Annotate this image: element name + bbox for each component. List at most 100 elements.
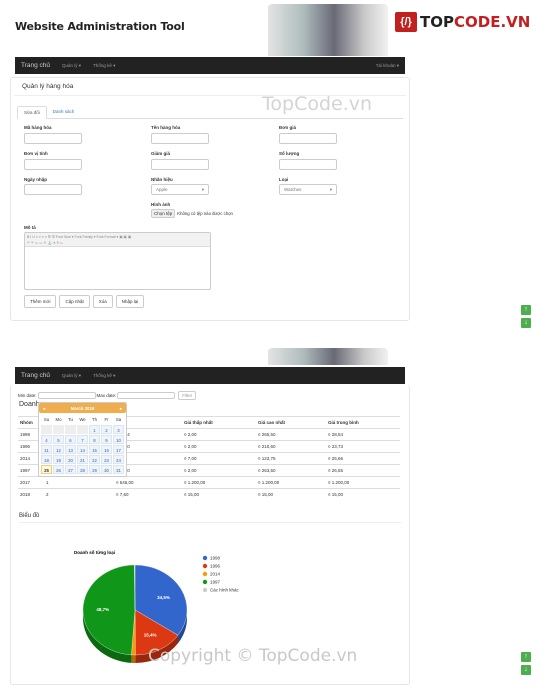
input-ten-hang-hoa[interactable] <box>151 133 209 144</box>
caret-down-icon: ▾ <box>201 186 204 192</box>
calendar-day[interactable]: 19 <box>53 455 64 464</box>
label-don-vi-tinh: Đơn vị tính <box>24 151 48 156</box>
slice-label: 15,4% <box>144 633 157 638</box>
input-ma-hang-hoa[interactable] <box>24 133 82 144</box>
calendar-day[interactable]: 24 <box>113 455 124 464</box>
calendar-day[interactable]: 12 <box>53 445 64 454</box>
table-cell: ¤ 546,00 <box>114 476 182 489</box>
calendar-day[interactable]: 23 <box>101 455 112 464</box>
reset-button[interactable]: Nhập lại <box>115 295 145 308</box>
choose-file-button[interactable]: Chọn tệp <box>151 209 176 218</box>
scroll-down-icon[interactable]: ↓ <box>521 318 531 328</box>
next-month-icon[interactable]: ● <box>119 406 122 411</box>
label-ten-hang-hoa: Tên hàng hóa <box>151 125 181 130</box>
calendar-day[interactable]: 8 <box>89 435 100 444</box>
tab-list[interactable]: Danh sách <box>47 106 81 118</box>
min-date-input[interactable] <box>37 392 96 399</box>
nav-account[interactable]: Tài khoản ▾ <box>376 63 399 69</box>
legend-label: Các hình khác <box>210 588 240 593</box>
calendar-day[interactable]: 4 <box>41 435 52 444</box>
font-family-select[interactable]: Font Family <box>75 235 93 239</box>
calendar-day[interactable]: 27 <box>65 465 76 474</box>
table-cell: ¤ 15,00 <box>256 488 326 500</box>
input-don-vi-tinh[interactable] <box>24 159 82 170</box>
nav-stats[interactable]: Thống kê ▾ <box>93 63 115 69</box>
weekday-label: Mo <box>55 417 62 422</box>
col-header: Giá cao nhất <box>256 416 326 429</box>
table-cell: ¤ 25,66 <box>326 452 400 465</box>
calendar-day[interactable]: 2 <box>101 425 112 434</box>
tab-edit[interactable]: Sửa đổi <box>17 106 47 119</box>
weekday-label: We <box>79 417 86 422</box>
table-cell: ¤ 23,73 <box>326 440 400 453</box>
max-date-input[interactable] <box>117 392 176 399</box>
calendar-day[interactable]: 14 <box>77 445 88 454</box>
add-button[interactable]: Thêm mới <box>24 295 57 308</box>
select-nhan-hieu[interactable]: Apple ▾ <box>151 184 209 195</box>
calendar-day[interactable]: 15 <box>89 445 100 454</box>
calendar-day[interactable]: 21 <box>77 455 88 464</box>
nav-home[interactable]: Trang chủ <box>21 372 50 379</box>
watermark-bottom: Copyright © TopCode.vn <box>148 646 358 666</box>
chart-title: Doanh số từng loại <box>74 549 115 555</box>
table-cell: ¤ 263,50 <box>256 464 326 477</box>
calendar-day[interactable]: 5 <box>53 435 64 444</box>
update-button[interactable]: Cập nhật <box>59 295 90 308</box>
calendar-day[interactable]: 11 <box>41 445 52 454</box>
nav-home[interactable]: Trang chủ <box>21 62 50 69</box>
nav-manage[interactable]: Quản lý ▾ <box>62 373 81 379</box>
date-filter: Min date: Max date: Filter <box>18 391 197 400</box>
calendar-day[interactable]: 18 <box>41 455 52 464</box>
calendar-day[interactable]: 13 <box>65 445 76 454</box>
calendar-day[interactable]: 9 <box>101 435 112 444</box>
table-cell: ¤ 15,00 <box>182 488 256 500</box>
select-value: Watches <box>284 187 302 192</box>
prev-month-icon[interactable]: ● <box>43 406 46 411</box>
select-loai[interactable]: Watches ▾ <box>279 184 337 195</box>
scroll-down-icon[interactable]: ↓ <box>521 665 531 675</box>
calendar-day[interactable]: 10 <box>113 435 124 444</box>
calendar-day[interactable]: 31 <box>113 465 124 474</box>
legend-label: 1997 <box>210 580 221 585</box>
calendar-day[interactable]: 6 <box>65 435 76 444</box>
calendar-day[interactable]: 26 <box>53 465 64 474</box>
calendar-day[interactable]: 28 <box>77 465 88 474</box>
scroll-up-icon[interactable]: ↑ <box>521 652 531 662</box>
table-cell: ¤ 1.200,00 <box>326 476 400 489</box>
calendar-day[interactable]: 3 <box>113 425 124 434</box>
empty-day <box>53 425 64 434</box>
calendar-day[interactable]: 25 <box>41 465 52 474</box>
select-value: Apple <box>156 187 168 192</box>
label-nhan-hieu: Nhãn hiệu <box>151 177 173 182</box>
nav-stats[interactable]: Thống kê ▾ <box>93 373 115 379</box>
table-cell: ¤ 2,00 <box>182 464 256 477</box>
calendar-day[interactable]: 1 <box>89 425 100 434</box>
watermark-top: TopCode.vn <box>262 93 373 115</box>
nav-manage[interactable]: Quản lý ▾ <box>62 63 81 69</box>
filter-button[interactable]: Filter <box>178 391 197 400</box>
input-so-luong[interactable] <box>279 159 337 170</box>
calendar-day[interactable]: 30 <box>101 465 112 474</box>
font-format-select[interactable]: Font Format <box>97 235 116 239</box>
table-cell: ¤ 1.200,00 <box>256 476 326 489</box>
min-date-label: Min date: <box>18 393 37 398</box>
calendar-day[interactable]: 17 <box>113 445 124 454</box>
scroll-up-icon[interactable]: ↑ <box>521 305 531 315</box>
input-ngay-nhap[interactable] <box>24 184 82 195</box>
col-header: Giá trung bình <box>326 416 400 429</box>
editor-toolbar: B I U ≡ ≡ ≡ ≡ ☰ ☰ Font Size ▾ Font Famil… <box>25 233 210 247</box>
calendar-day[interactable]: 22 <box>89 455 100 464</box>
input-don-gia[interactable] <box>279 133 337 144</box>
input-giam-gia[interactable] <box>151 159 209 170</box>
delete-button[interactable]: Xóa <box>92 295 113 308</box>
col-header: Giá thấp nhất <box>182 416 256 429</box>
rich-text-editor[interactable]: B I U ≡ ≡ ≡ ≡ ☰ ☰ Font Size ▾ Font Famil… <box>24 232 211 290</box>
calendar-day[interactable]: 20 <box>65 455 76 464</box>
font-size-select[interactable]: Font Size <box>56 235 71 239</box>
table-cell: ¤ 7,00 <box>182 452 256 465</box>
legend-swatch <box>202 555 208 561</box>
empty-day <box>65 425 76 434</box>
calendar-day[interactable]: 16 <box>101 445 112 454</box>
calendar-day[interactable]: 7 <box>77 435 88 444</box>
calendar-day[interactable]: 29 <box>89 465 100 474</box>
